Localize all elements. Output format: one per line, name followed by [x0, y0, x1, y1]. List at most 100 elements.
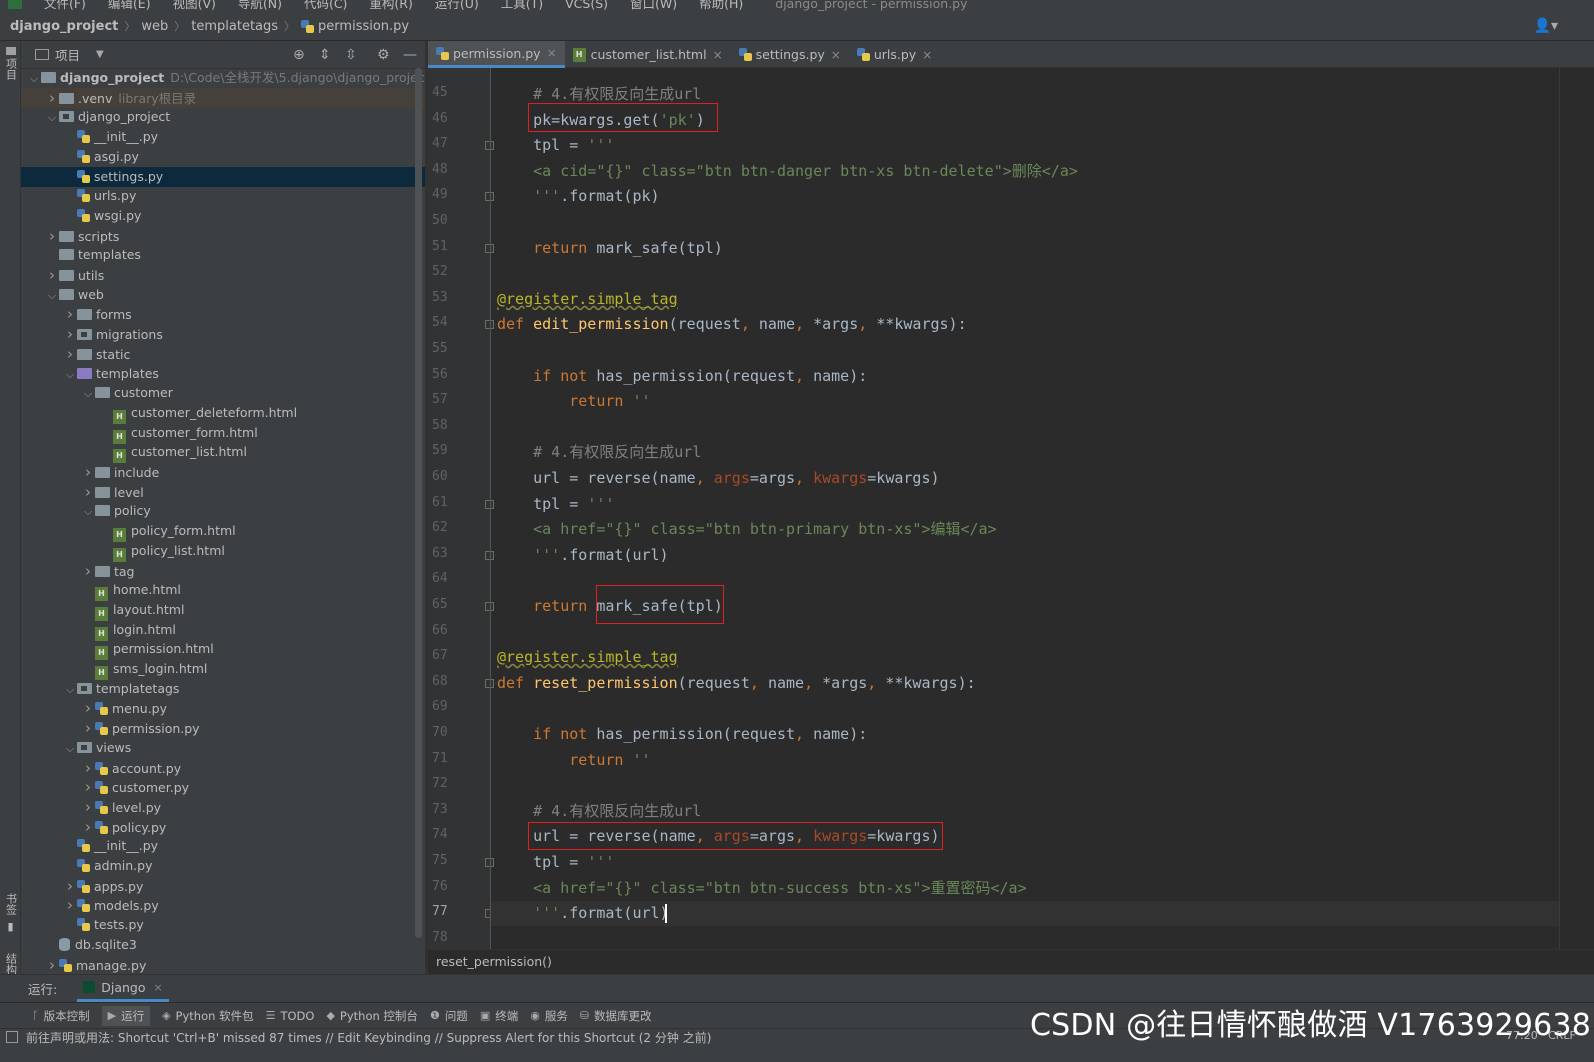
- tree-item[interactable]: › menu.py: [21, 698, 425, 718]
- breadcrumb-file[interactable]: permission.py: [318, 19, 409, 34]
- code-line[interactable]: <a href="{}" class="btn btn-primary btn-…: [497, 517, 997, 542]
- run-config-tab[interactable]: Django ×: [77, 975, 169, 1002]
- tool-services[interactable]: ◉ 服务: [530, 1008, 568, 1024]
- tree-item[interactable]: asgi.py: [21, 147, 425, 167]
- chevron-down-icon[interactable]: ⌵: [63, 365, 77, 385]
- expand-all-icon[interactable]: ⇕: [319, 47, 331, 63]
- menu-window[interactable]: 窗口(W): [630, 0, 677, 12]
- editor-tab[interactable]: permission.py ×: [428, 41, 565, 68]
- breadcrumb-web[interactable]: web: [141, 19, 168, 34]
- tree-item[interactable]: › apps.py: [21, 876, 425, 896]
- tool-vcs[interactable]: ᚴ 版本控制: [32, 1008, 90, 1024]
- tree-item[interactable]: › manage.py: [21, 955, 425, 975]
- chevron-down-icon[interactable]: ⌵: [45, 108, 59, 128]
- function-breadcrumb[interactable]: reset_permission(): [428, 949, 1594, 974]
- chevron-right-icon[interactable]: ›: [81, 758, 95, 778]
- code-line[interactable]: tpl = ''': [497, 133, 614, 158]
- tree-item[interactable]: › level.py: [21, 797, 425, 817]
- code-line[interactable]: return mark_safe(tpl): [497, 236, 723, 261]
- chevron-right-icon[interactable]: ›: [81, 561, 95, 581]
- editor-scrollbar[interactable]: [1559, 68, 1594, 949]
- chevron-right-icon[interactable]: ›: [81, 462, 95, 482]
- chevron-right-icon[interactable]: ›: [45, 955, 59, 975]
- status-message[interactable]: 前往声明或用法: Shortcut 'Ctrl+B' missed 87 tim…: [26, 1029, 711, 1046]
- breadcrumb-project[interactable]: django_project: [10, 19, 118, 34]
- tool-terminal[interactable]: ▣ 终端: [480, 1008, 518, 1024]
- chevron-right-icon[interactable]: ›: [81, 482, 95, 502]
- tree-item[interactable]: › forms: [21, 304, 425, 324]
- menu-code[interactable]: 代码(C): [304, 0, 347, 12]
- chevron-down-icon[interactable]: ⌵: [81, 384, 95, 404]
- code-line[interactable]: '''.format(pk): [497, 184, 659, 209]
- tree-item[interactable]: › permission.py: [21, 718, 425, 738]
- code-line[interactable]: # 4.有权限反向生成url: [497, 440, 701, 465]
- project-view-title[interactable]: 项目: [55, 45, 80, 64]
- project-scrollbar[interactable]: [415, 68, 422, 938]
- code-line[interactable]: <a href="{}" class="btn btn-success btn-…: [497, 876, 1027, 901]
- tool-db-changes[interactable]: ⛁ 数据库更改: [580, 1008, 652, 1024]
- chevron-down-icon[interactable]: ⌵: [63, 739, 77, 759]
- project-tool-tab[interactable]: 项目: [0, 47, 21, 83]
- tree-item[interactable]: db.sqlite3: [21, 935, 425, 955]
- tree-item[interactable]: ⌵ templatetags: [21, 679, 425, 699]
- chevron-right-icon[interactable]: ›: [81, 698, 95, 718]
- tree-item[interactable]: tests.py: [21, 915, 425, 935]
- tree-item[interactable]: › migrations: [21, 324, 425, 344]
- tree-item[interactable]: ⌵ templates: [21, 364, 425, 384]
- tree-item[interactable]: › utils: [21, 265, 425, 285]
- editor-tab[interactable]: urls.py ×: [849, 41, 940, 68]
- tree-item[interactable]: › tag: [21, 561, 425, 581]
- tool-run[interactable]: ▶ 运行: [101, 1005, 151, 1026]
- tool-todo[interactable]: ☰ TODO: [266, 1009, 315, 1023]
- tree-item[interactable]: settings.py: [21, 166, 425, 187]
- tree-item[interactable]: › scripts: [21, 226, 425, 246]
- tree-item[interactable]: ⌵ web: [21, 285, 425, 305]
- code-line[interactable]: tpl = ''': [497, 492, 614, 517]
- tree-item[interactable]: › customer.py: [21, 777, 425, 797]
- chevron-right-icon[interactable]: ›: [45, 265, 59, 285]
- chevron-down-icon[interactable]: ⌵: [81, 502, 95, 522]
- tree-item[interactable]: › models.py: [21, 895, 425, 915]
- bookmarks-tool-tab[interactable]: 书签 ▮: [0, 893, 21, 933]
- tree-item[interactable]: wsgi.py: [21, 206, 425, 226]
- chevron-right-icon[interactable]: ›: [81, 817, 95, 837]
- close-icon[interactable]: ×: [713, 48, 723, 62]
- tree-item[interactable]: ⌵ django_project D:\Code\全栈开发\5.django\dja…: [21, 68, 425, 88]
- tree-item[interactable]: Hcustomer_deleteform.html: [21, 403, 425, 424]
- locate-file-icon[interactable]: ⊕: [293, 47, 305, 63]
- breadcrumb-templatetags[interactable]: templatetags: [191, 19, 278, 34]
- chevron-right-icon[interactable]: ›: [81, 718, 95, 738]
- tree-item[interactable]: Hhome.html: [21, 580, 425, 602]
- code-line[interactable]: if not has_permission(request, name):: [497, 722, 867, 747]
- tree-item[interactable]: › include: [21, 462, 425, 482]
- code-line[interactable]: @register.simple_tag: [497, 287, 678, 312]
- tree-item[interactable]: ⌵ views: [21, 738, 425, 758]
- chevron-right-icon[interactable]: ›: [45, 88, 59, 108]
- menu-vcs[interactable]: VCS(S): [565, 0, 608, 11]
- menu-edit[interactable]: 编辑(E): [108, 0, 151, 12]
- close-icon[interactable]: ×: [153, 981, 162, 994]
- menu-run[interactable]: 运行(U): [435, 0, 479, 12]
- tree-item[interactable]: urls.py: [21, 186, 425, 206]
- status-toggle-icon[interactable]: [6, 1031, 18, 1043]
- editor-tab[interactable]: Hcustomer_list.html ×: [565, 41, 731, 68]
- menu-file[interactable]: 文件(F): [44, 0, 86, 12]
- code-line[interactable]: # 4.有权限反向生成url: [497, 799, 701, 824]
- tool-python-console[interactable]: ◆ Python 控制台: [326, 1008, 418, 1024]
- menu-tools[interactable]: 工具(T): [501, 0, 543, 12]
- menu-help[interactable]: 帮助(H): [699, 0, 743, 12]
- chevron-down-icon[interactable]: ⌵: [27, 69, 41, 89]
- code-line[interactable]: if not has_permission(request, name):: [497, 364, 867, 389]
- chevron-down-icon[interactable]: ▼: [96, 49, 104, 60]
- tree-item[interactable]: __init__.py: [21, 836, 425, 856]
- tree-item[interactable]: Hpermission.html: [21, 639, 425, 661]
- tree-item[interactable]: Hcustomer_list.html: [21, 442, 425, 464]
- menu-navigate[interactable]: 导航(N): [238, 0, 282, 12]
- chevron-right-icon[interactable]: ›: [63, 304, 77, 324]
- tree-item[interactable]: __init__.py: [21, 127, 425, 147]
- tool-python-packages[interactable]: ◈ Python 软件包: [162, 1008, 254, 1024]
- tree-item[interactable]: › policy.py: [21, 817, 425, 837]
- chevron-right-icon[interactable]: ›: [63, 344, 77, 364]
- code-line[interactable]: url = reverse(name, args=args, kwargs=kw…: [497, 466, 939, 491]
- tree-item[interactable]: ⌵ policy: [21, 501, 425, 521]
